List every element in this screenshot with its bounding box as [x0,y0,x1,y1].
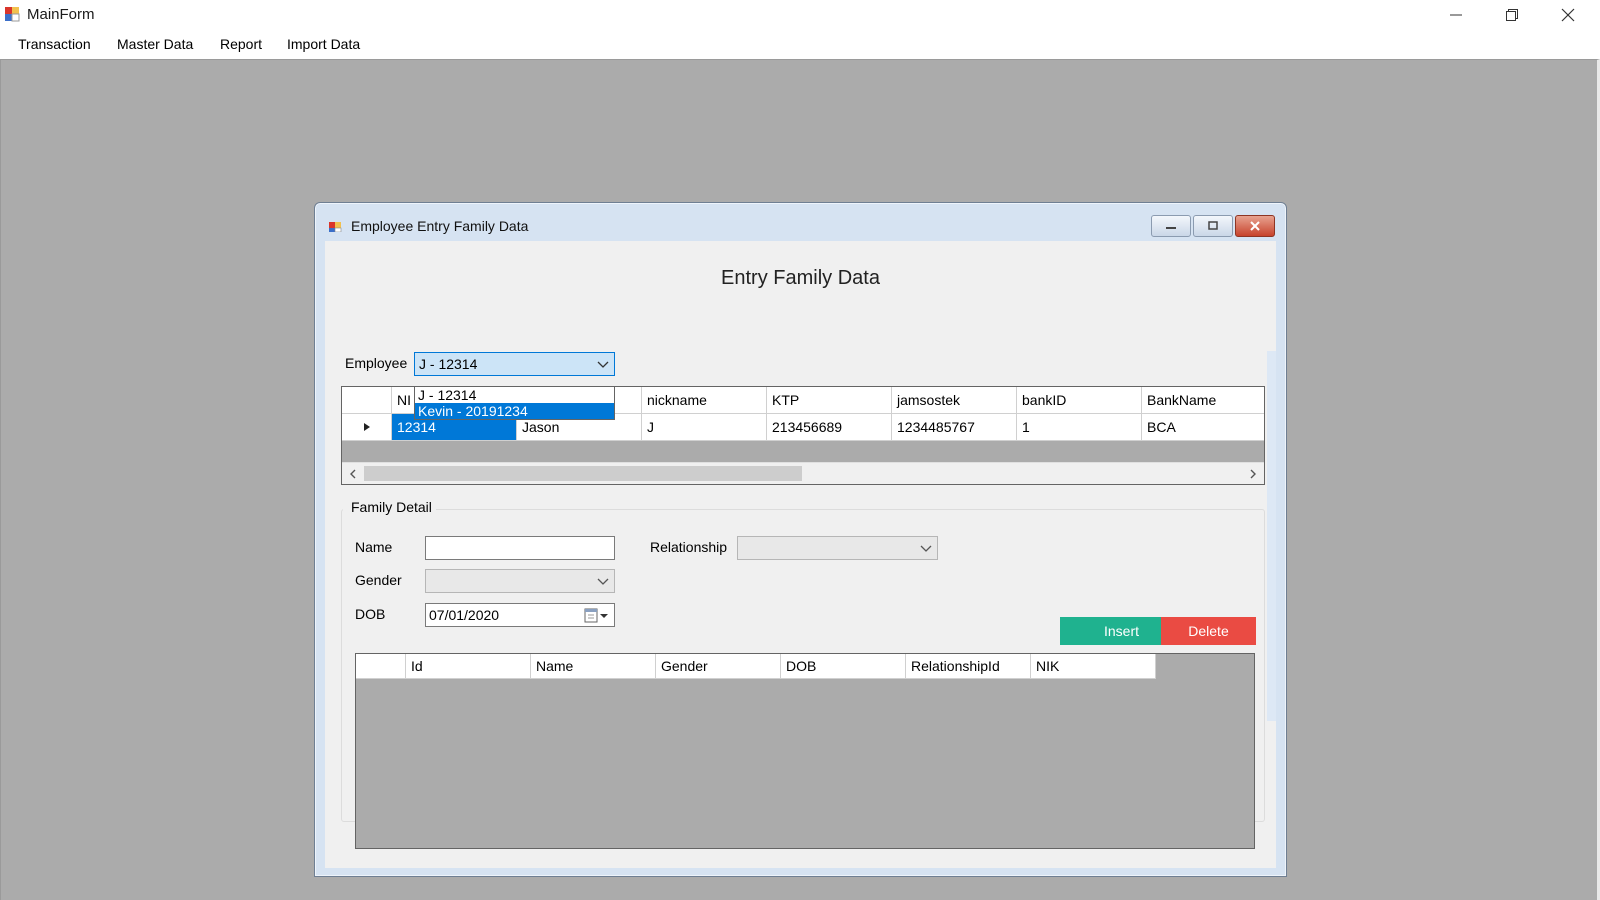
employee-option-highlighted[interactable]: Kevin - 20191234 [415,403,614,419]
relationship-combobox[interactable] [737,536,938,560]
column-header-id[interactable]: Id [406,654,531,679]
menu-report[interactable]: Report [220,36,262,52]
child-minimize-button[interactable] [1151,215,1191,237]
delete-button[interactable]: Delete [1161,617,1256,645]
child-close-button[interactable] [1235,215,1275,237]
column-header-relationshipid[interactable]: RelationshipId [906,654,1031,679]
scroll-left-icon[interactable] [346,467,360,481]
minimize-button[interactable] [1428,0,1484,30]
dob-datepicker[interactable]: 07/01/2020 [425,603,615,627]
window-title: MainForm [27,6,95,23]
minimize-icon [1166,227,1176,229]
dob-label: DOB [355,606,386,622]
form-client-area: Entry Family Data Employee J - 12314 NI … [325,241,1276,868]
menu-import-data[interactable]: Import Data [287,36,360,52]
employee-dropdown-list[interactable]: J - 12314 Kevin - 20191234 [414,386,615,420]
mdi-workspace: Employee Entry Family Data Entry Family … [0,59,1600,900]
employee-family-window: Employee Entry Family Data Entry Family … [314,202,1287,877]
horizontal-scrollbar[interactable] [342,462,1264,484]
scroll-thumb[interactable] [364,466,802,481]
column-header-dob[interactable]: DOB [781,654,906,679]
family-grid-header: Id Name Gender DOB RelationshipId NIK [356,654,1156,679]
menu-bar: Transaction Master Data Report Import Da… [0,30,1600,59]
close-button[interactable] [1540,0,1596,30]
employee-label: Employee [345,355,408,371]
chevron-down-icon [920,545,932,552]
minimize-icon [1450,14,1462,16]
relationship-label: Relationship [650,539,728,555]
cell-bankname[interactable]: BCA [1142,414,1264,441]
chevron-down-icon [597,361,609,368]
column-header-nik[interactable]: NIK [1031,654,1156,679]
family-detail-title: Family Detail [343,499,436,515]
chevron-down-icon [597,578,609,585]
family-grid[interactable]: Id Name Gender DOB RelationshipId NIK [355,653,1255,849]
close-icon [1561,8,1575,22]
row-pointer-icon [363,423,370,431]
cell-nickname[interactable]: J [642,414,767,441]
row-selector[interactable] [342,414,392,441]
title-bar: MainForm [0,0,1600,30]
restore-icon [1208,221,1218,230]
column-header-ktp[interactable]: KTP [767,387,892,414]
close-icon [1250,221,1260,231]
column-header-nickname[interactable]: nickname [642,387,767,414]
cell-ktp[interactable]: 213456689 [767,414,892,441]
gender-combobox[interactable] [425,569,615,593]
row-header-corner [356,654,406,679]
restore-icon [1506,9,1518,21]
gender-label: Gender [355,572,402,588]
form-icon [329,222,342,232]
name-input[interactable] [425,536,615,560]
scroll-right-icon[interactable] [1246,467,1260,481]
menu-transaction[interactable]: Transaction [18,36,91,52]
column-header-gender[interactable]: Gender [656,654,781,679]
column-header-name[interactable]: Name [531,654,656,679]
employee-combobox[interactable]: J - 12314 [414,352,615,376]
app-icon [5,7,20,22]
form-heading: Entry Family Data [721,267,880,289]
dob-value: 07/01/2020 [429,607,500,623]
row-header-corner [342,387,392,414]
restore-button[interactable] [1484,0,1540,30]
column-header-bankid[interactable]: bankID [1017,387,1142,414]
name-label: Name [355,539,393,555]
child-window-title: Employee Entry Family Data [351,218,529,234]
employee-option[interactable]: J - 12314 [415,387,614,403]
form-edge [1267,351,1276,721]
employee-selected-value: J - 12314 [419,356,478,372]
child-restore-button[interactable] [1193,215,1233,237]
calendar-icon[interactable] [584,608,610,623]
cell-bankid[interactable]: 1 [1017,414,1142,441]
cell-jamsostek[interactable]: 1234485767 [892,414,1017,441]
menu-master-data[interactable]: Master Data [117,36,193,52]
column-header-jamsostek[interactable]: jamsostek [892,387,1017,414]
column-header-bankname[interactable]: BankName [1142,387,1264,414]
